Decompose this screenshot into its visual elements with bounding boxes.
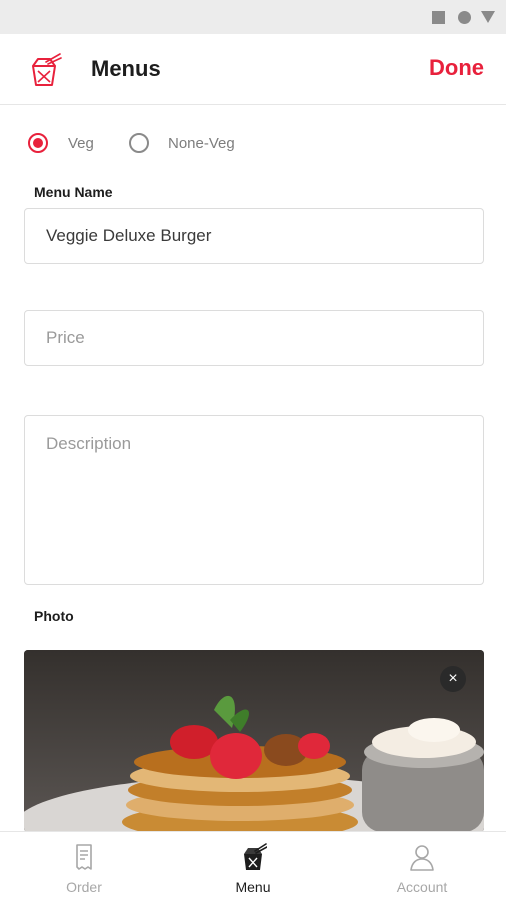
tab-menu[interactable]: Menu: [169, 832, 337, 901]
price-input[interactable]: Price: [24, 310, 484, 366]
remove-photo-close-icon[interactable]: ×: [440, 666, 466, 692]
back-icon: [481, 11, 495, 23]
description-textarea[interactable]: Description: [24, 415, 484, 585]
tab-order[interactable]: Order: [0, 832, 168, 901]
non-veg-radio[interactable]: [129, 133, 149, 153]
takeout-box-icon: [244, 843, 267, 870]
tab-menu-label: Menu: [235, 879, 271, 895]
pancake-photo-image: [24, 650, 484, 832]
menu-photo: ×: [24, 650, 484, 832]
tab-account-label: Account: [396, 879, 448, 895]
app-header: Menus Done: [0, 34, 506, 105]
receipt-icon: [76, 844, 92, 870]
non-veg-radio-label[interactable]: None-Veg: [168, 135, 235, 152]
tab-order-label: Order: [66, 879, 102, 895]
price-placeholder: Price: [46, 328, 85, 347]
recent-apps-icon: [432, 11, 445, 24]
user-icon: [410, 845, 434, 871]
veg-radio[interactable]: [28, 133, 48, 153]
bottom-tab-bar: Order Menu Account: [0, 831, 506, 901]
photo-label: Photo: [34, 608, 74, 624]
menu-name-value: Veggie Deluxe Burger: [46, 226, 212, 245]
menu-name-input[interactable]: Veggie Deluxe Burger: [24, 208, 484, 264]
page-title: Menus: [91, 56, 161, 81]
done-button[interactable]: Done: [429, 55, 484, 81]
veg-radio-label[interactable]: Veg: [68, 135, 94, 152]
tab-account[interactable]: Account: [338, 832, 506, 901]
menu-name-label: Menu Name: [34, 184, 113, 200]
description-placeholder: Description: [46, 434, 132, 453]
home-icon: [458, 11, 471, 24]
status-bar: [0, 0, 506, 34]
takeout-box-logo-icon: [32, 53, 62, 86]
